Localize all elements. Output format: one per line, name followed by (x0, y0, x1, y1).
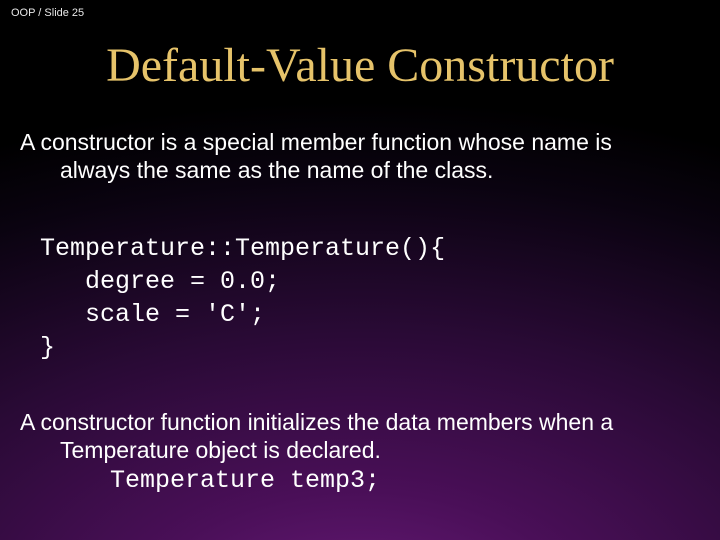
code-block: Temperature::Temperature(){ degree = 0.0… (40, 232, 690, 364)
slide-body: A constructor is a special member functi… (20, 128, 690, 497)
slide: OOP / Slide 25 Default-Value Constructor… (0, 0, 720, 540)
paragraph-2: A constructor function initializes the d… (20, 408, 690, 497)
para1-line1: A constructor is a special member functi… (20, 129, 612, 155)
slide-title: Default-Value Constructor (0, 38, 720, 93)
para2-line2: Temperature object is declared. (20, 436, 690, 464)
paragraph-1: A constructor is a special member functi… (20, 128, 690, 184)
breadcrumb: OOP / Slide 25 (11, 7, 84, 19)
para2-line1: A constructor function initializes the d… (20, 408, 690, 436)
declaration-line: Temperature temp3; (20, 466, 690, 497)
para1-line2: always the same as the name of the class… (20, 156, 690, 184)
